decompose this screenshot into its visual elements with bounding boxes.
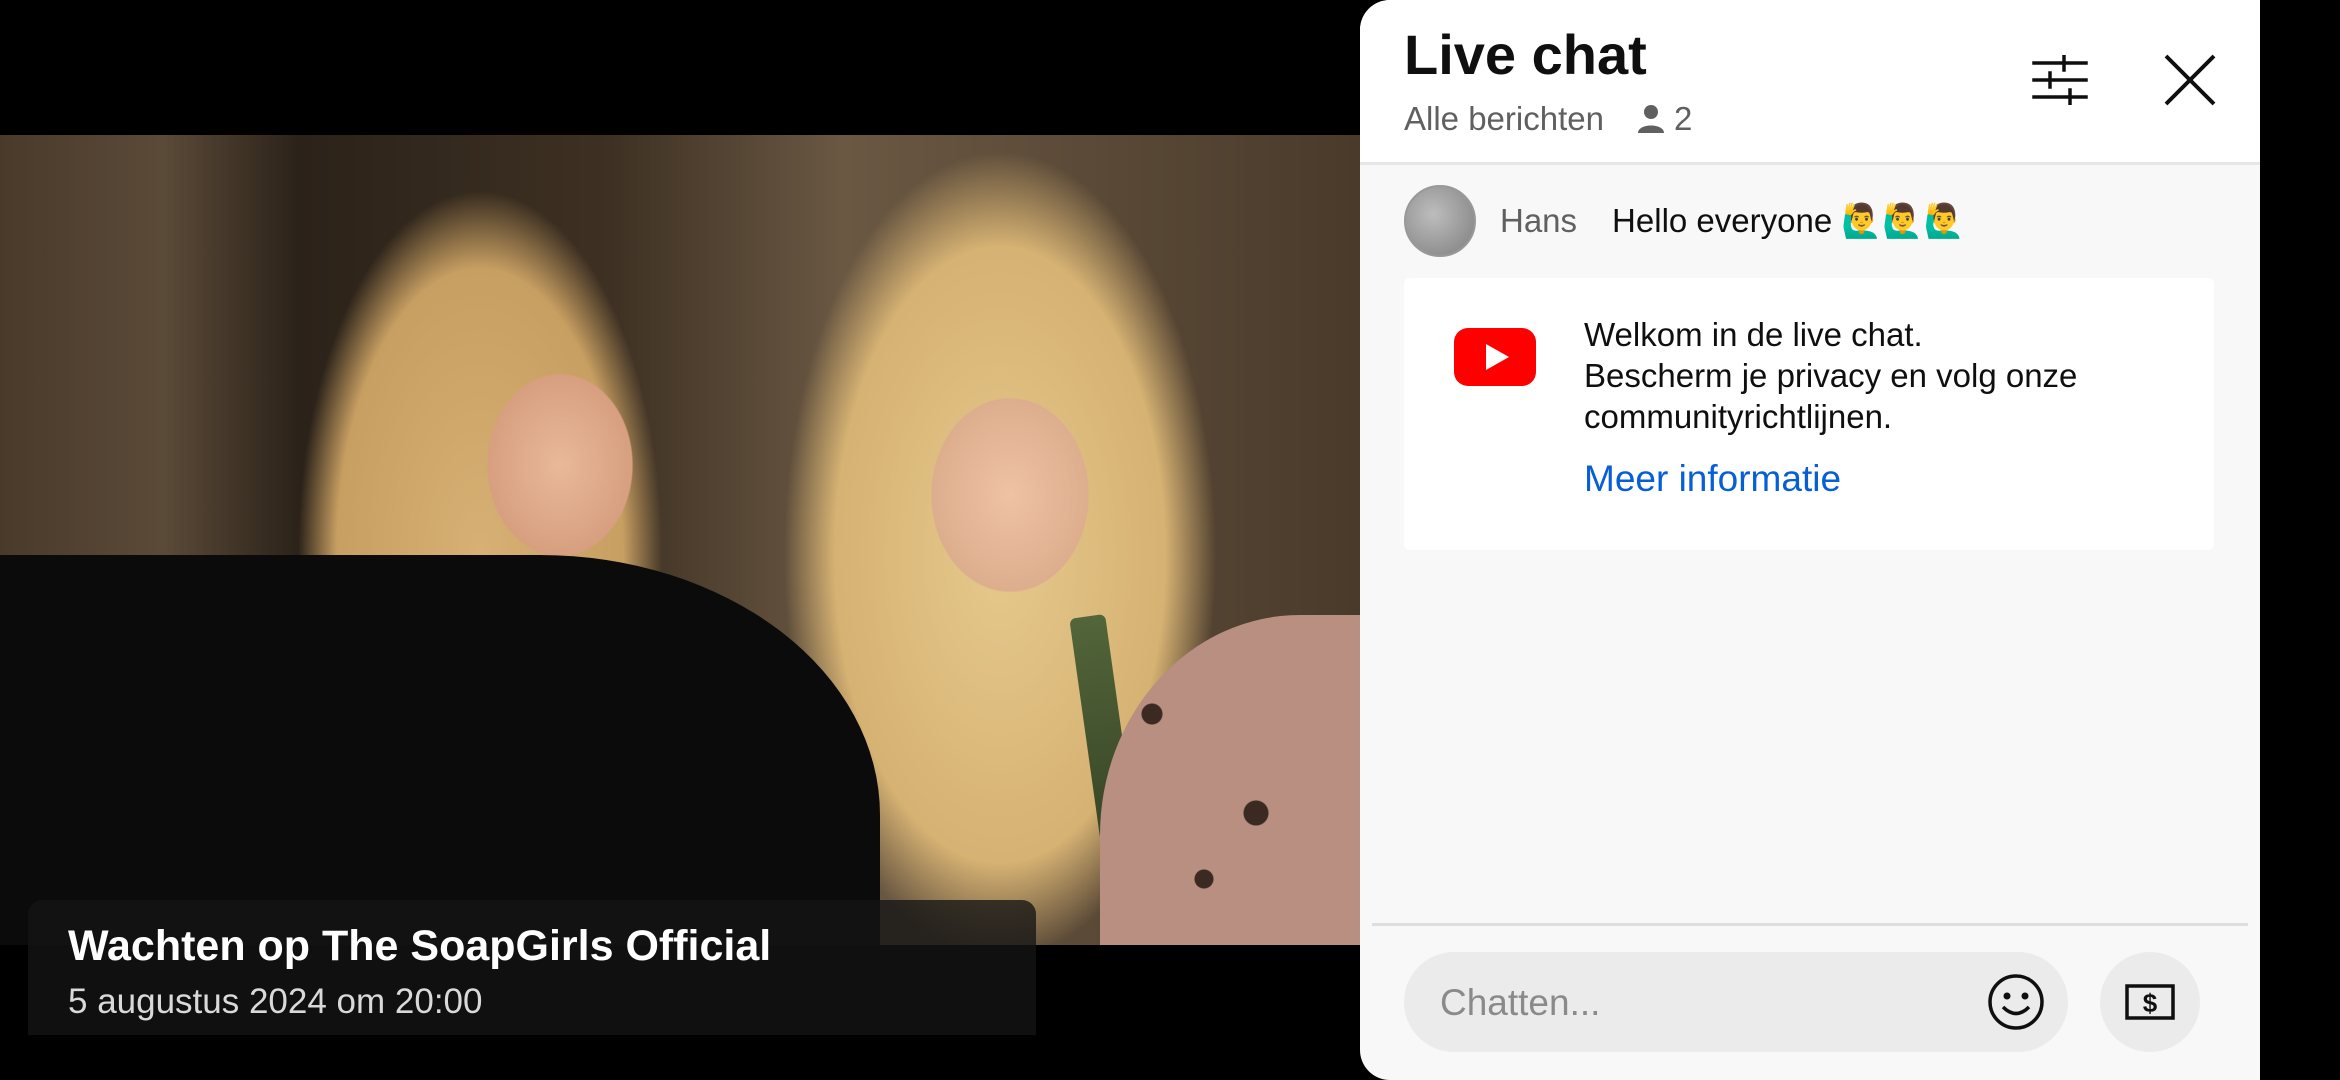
super-chat-button[interactable]: $ bbox=[2100, 952, 2200, 1052]
youtube-logo-icon bbox=[1454, 328, 1536, 386]
smiley-icon bbox=[1988, 974, 2044, 1030]
chat-title: Live chat bbox=[1404, 23, 1647, 86]
screen-edge bbox=[2260, 0, 2340, 1080]
close-chat-button[interactable] bbox=[2150, 40, 2230, 120]
welcome-line-1: Welkom in de live chat. bbox=[1584, 316, 1923, 353]
message-text: Hello everyone 🙋‍♂️🙋‍♂️🙋‍♂️ bbox=[1612, 201, 1965, 239]
chat-input[interactable] bbox=[1438, 976, 1962, 1030]
video-scheduled-date: 5 augustus 2024 om 20:00 bbox=[68, 982, 483, 1021]
person-icon bbox=[1638, 105, 1664, 133]
emoji-button[interactable] bbox=[1984, 970, 2048, 1034]
welcome-line-2: Bescherm je privacy en volg onze communi… bbox=[1584, 357, 2078, 435]
chat-filter-dropdown[interactable]: Alle berichten bbox=[1404, 100, 1604, 138]
video-title: Wachten op The SoapGirls Official bbox=[68, 922, 772, 970]
svg-text:$: $ bbox=[2143, 988, 2158, 1018]
divider bbox=[1372, 923, 2248, 926]
close-icon bbox=[2164, 54, 2216, 106]
video-player[interactable]: Wachten op The SoapGirls Official 5 augu… bbox=[0, 0, 1360, 1080]
viewer-count: 2 bbox=[1636, 100, 1692, 138]
thumbnail-shape bbox=[0, 555, 880, 945]
welcome-card: Welkom in de live chat. Bescherm je priv… bbox=[1404, 278, 2214, 550]
chat-header: Live chat Alle berichten 2 bbox=[1360, 0, 2260, 165]
avatar[interactable] bbox=[1404, 185, 1476, 257]
chat-filter-button[interactable] bbox=[2020, 40, 2100, 120]
viewer-count-value: 2 bbox=[1674, 100, 1693, 137]
message-author[interactable]: Hans bbox=[1500, 202, 1577, 240]
learn-more-link[interactable]: Meer informatie bbox=[1584, 458, 1841, 500]
chat-message[interactable]: Hans Hello everyone 🙋‍♂️🙋‍♂️🙋‍♂️ bbox=[1404, 185, 1965, 257]
thumbnail-shape bbox=[1100, 615, 1360, 945]
super-chat-money-icon: $ bbox=[2125, 984, 2175, 1020]
chat-input-container[interactable] bbox=[1404, 952, 2068, 1052]
live-chat-panel: Live chat Alle berichten 2 Hans Hello ev… bbox=[1360, 0, 2260, 1080]
sliders-icon bbox=[2032, 55, 2088, 105]
welcome-text: Welkom in de live chat. Bescherm je priv… bbox=[1584, 314, 2204, 437]
video-thumbnail bbox=[0, 135, 1360, 945]
